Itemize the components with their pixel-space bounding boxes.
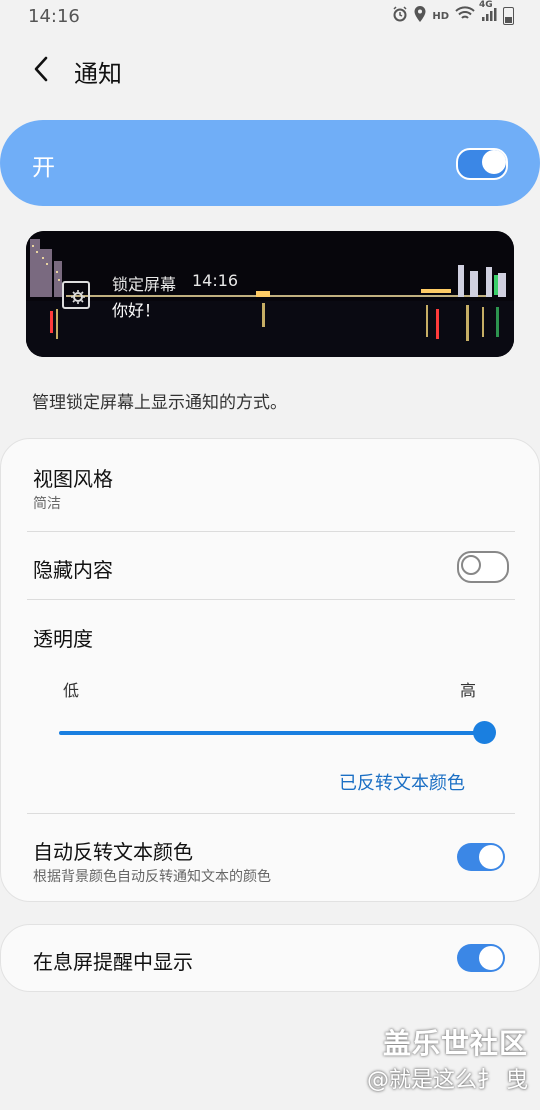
hide-content-row[interactable]: 隐藏内容 [1, 532, 540, 599]
transparency-low-label: 低 [63, 681, 80, 700]
transparency-title: 透明度 [33, 627, 93, 651]
view-style-row[interactable]: 视图风格 简洁 [1, 439, 540, 531]
header: 通知 [0, 40, 540, 100]
aod-toggle[interactable] [457, 944, 505, 972]
status-bar: 14:16 HD 4G [0, 0, 540, 34]
aod-title: 在息屏提醒中显示 [33, 950, 193, 974]
auto-invert-row[interactable]: 自动反转文本颜色 根据背景颜色自动反转通知文本的颜色 [1, 814, 540, 902]
preview-app-title: 锁定屏幕 [112, 275, 177, 294]
preview-message: 你好！ [112, 301, 161, 320]
divider [27, 599, 515, 600]
auto-invert-subtitle: 根据背景颜色自动反转通知文本的颜色 [33, 869, 271, 885]
city-night-image [26, 231, 514, 357]
transparency-slider-thumb[interactable] [473, 721, 496, 744]
aod-row[interactable]: 在息屏提醒中显示 [0, 924, 540, 992]
transparency-high-label: 高 [460, 681, 477, 700]
view-style-title: 视图风格 [33, 467, 113, 491]
watermark-title: 盖乐世社区 [382, 1027, 528, 1060]
hide-content-title: 隐藏内容 [33, 558, 113, 582]
auto-invert-toggle[interactable] [457, 843, 505, 871]
lockscreen-preview: 锁定屏幕 14:16 你好！ [26, 231, 514, 357]
status-icons: HD 4G [392, 0, 514, 26]
hd-icon: HD [432, 10, 449, 22]
auto-invert-title: 自动反转文本颜色 [33, 840, 193, 864]
network-type-label: 4G [479, 0, 493, 10]
master-toggle[interactable] [456, 148, 508, 180]
preview-time: 14:16 [192, 271, 239, 290]
settings-card: 视图风格 简洁 隐藏内容 透明度 低 高 已反转文本颜色 自动反转文本颜色 根据… [0, 438, 540, 902]
watermark-user: @就是这么扌 曳 [367, 1068, 528, 1093]
page-title: 通知 [74, 60, 122, 88]
notification-settings-icon [62, 281, 90, 309]
alarm-icon [392, 6, 408, 26]
location-icon [414, 6, 426, 26]
signal-4g-icon: 4G [479, 0, 497, 26]
status-time: 14:16 [28, 6, 80, 27]
back-arrow-icon[interactable] [28, 54, 56, 84]
inverted-text-link[interactable]: 已反转文本颜色 [339, 769, 465, 795]
transparency-slider-track[interactable] [59, 731, 485, 735]
master-switch-label: 开 [32, 155, 55, 181]
master-switch-row[interactable]: 开 [0, 120, 540, 206]
hide-content-toggle[interactable] [457, 551, 509, 583]
view-style-value: 简洁 [33, 496, 61, 512]
wifi-icon [455, 6, 475, 26]
battery-icon [503, 7, 514, 25]
description-text: 管理锁定屏幕上显示通知的方式。 [32, 393, 287, 413]
